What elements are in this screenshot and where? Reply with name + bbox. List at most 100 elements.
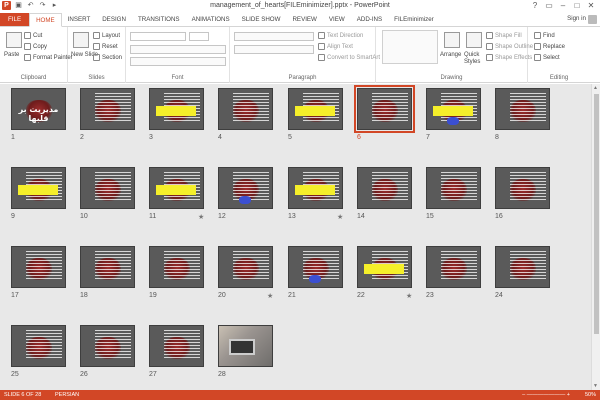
slide-counter: SLIDE 6 OF 28 [4, 392, 42, 398]
slide-thumbnail[interactable] [354, 85, 415, 133]
arrange-button[interactable]: Arrange [440, 52, 461, 58]
slide-thumbnail[interactable]: مدیریت بر قلبها [11, 88, 66, 130]
copy-button[interactable]: Copy [24, 43, 47, 50]
tab-file[interactable]: FILE [0, 13, 30, 26]
shape-outline-button[interactable]: Shape Outline [486, 43, 533, 50]
animation-star-icon[interactable]: ★ [337, 213, 343, 221]
tab-design[interactable]: DESIGN [96, 13, 132, 26]
language-indicator[interactable]: PERSIAN [55, 392, 79, 398]
reset-icon [93, 43, 100, 50]
slide-thumbnail[interactable] [495, 246, 550, 288]
font-effects-row[interactable] [130, 57, 226, 66]
tab-view[interactable]: VIEW [323, 13, 351, 26]
slide-thumbnail[interactable] [218, 325, 273, 367]
copy-label: Copy [33, 43, 48, 50]
animation-star-icon[interactable]: ★ [198, 213, 204, 221]
arrange-icon[interactable] [444, 32, 460, 48]
zoom-level[interactable]: 50% [585, 392, 596, 398]
slide-thumbnail[interactable] [149, 88, 204, 130]
paste-icon[interactable] [6, 32, 22, 48]
help-icon[interactable]: ? [528, 0, 542, 12]
tab-fileminimizer[interactable]: FILEminimizer [388, 13, 440, 26]
cut-button[interactable]: Cut [24, 32, 42, 39]
scrollbar-thumb[interactable] [594, 94, 599, 334]
find-button[interactable]: Find [534, 32, 555, 39]
text-direction-button[interactable]: Text Direction [318, 32, 363, 39]
font-name-field[interactable] [130, 32, 186, 41]
new-slide-icon[interactable] [73, 32, 89, 48]
avatar[interactable] [588, 15, 597, 24]
slide-thumbnail[interactable] [11, 325, 66, 367]
animation-star-icon[interactable]: ★ [406, 292, 412, 300]
zoom-slider[interactable]: – ——————— + [522, 392, 570, 398]
slide-thumbnail[interactable] [288, 88, 343, 130]
font-size-field[interactable] [189, 32, 209, 41]
slide-number: 11 [149, 213, 157, 220]
text-lines [233, 251, 269, 281]
slide-thumbnail[interactable] [288, 246, 343, 288]
slides-group: New Slide Layout Reset Section Slides [68, 27, 126, 83]
slide-thumbnail[interactable] [149, 167, 204, 209]
tab-slide-show[interactable]: SLIDE SHOW [236, 13, 287, 26]
slide-thumbnail[interactable] [426, 88, 481, 130]
slide-thumbnail[interactable] [357, 246, 412, 288]
tab-home[interactable]: HOME [29, 13, 62, 27]
slide-thumbnail[interactable] [495, 88, 550, 130]
slide-title-text: مدیریت بر قلبها [18, 105, 59, 123]
drawing-group: Arrange Quick Styles Shape Fill Shape Ou… [376, 27, 533, 83]
slide-thumbnail[interactable] [218, 167, 273, 209]
convert-smartart-button[interactable]: Convert to SmartArt [318, 54, 380, 61]
select-button[interactable]: Select [534, 54, 560, 61]
section-button[interactable]: Section [93, 54, 122, 61]
vertical-scrollbar[interactable]: ▲ ▼ [591, 84, 600, 390]
shape-fill-button[interactable]: Shape Fill [486, 32, 522, 39]
slide-thumbnail[interactable] [80, 325, 135, 367]
text-lines [164, 251, 200, 281]
scroll-up-icon[interactable]: ▲ [593, 85, 598, 91]
slide-thumbnail[interactable] [426, 167, 481, 209]
slide-number: 10 [80, 213, 88, 220]
slide-thumbnail[interactable] [149, 246, 204, 288]
sign-in-link[interactable]: Sign in [567, 15, 586, 22]
quick-styles-icon[interactable] [466, 32, 482, 48]
format-painter-button[interactable]: Format Painter [24, 54, 73, 61]
reset-button[interactable]: Reset [93, 43, 118, 50]
slide-number: 14 [357, 213, 365, 220]
slide-thumbnail[interactable] [357, 167, 412, 209]
slide-thumbnail[interactable] [80, 88, 135, 130]
layout-button[interactable]: Layout [93, 32, 120, 39]
slide-thumbnail[interactable] [80, 246, 135, 288]
tab-review[interactable]: REVIEW [286, 13, 322, 26]
minimize-icon[interactable]: – [556, 0, 570, 12]
tab-insert[interactable]: INSERT [62, 13, 97, 26]
quick-styles-button[interactable]: Quick Styles [464, 52, 484, 66]
replace-button[interactable]: Replace [534, 43, 565, 50]
highlight-box [295, 106, 335, 116]
shapes-gallery[interactable] [382, 30, 438, 64]
scroll-down-icon[interactable]: ▼ [593, 383, 598, 389]
shape-effects-button[interactable]: Shape Effects [486, 54, 532, 61]
font-group: Font [126, 27, 230, 83]
tab-animations[interactable]: ANIMATIONS [186, 13, 236, 26]
tab-transitions[interactable]: TRANSITIONS [132, 13, 186, 26]
slide-thumbnail[interactable] [11, 167, 66, 209]
paste-button[interactable]: Paste [4, 52, 19, 58]
font-format-row[interactable] [130, 45, 226, 54]
slide-thumbnail[interactable] [218, 88, 273, 130]
slide-thumbnail[interactable] [218, 246, 273, 288]
slide-thumbnail[interactable] [80, 167, 135, 209]
slide-thumbnail[interactable] [288, 167, 343, 209]
animation-star-icon[interactable]: ★ [267, 292, 273, 300]
slide-thumbnail[interactable] [426, 246, 481, 288]
list-controls-row[interactable] [234, 32, 314, 41]
slide-thumbnail[interactable] [11, 246, 66, 288]
slide-thumbnail[interactable] [495, 167, 550, 209]
slide-thumbnail[interactable] [149, 325, 204, 367]
highlight-box [156, 185, 196, 195]
close-icon[interactable]: ✕ [584, 0, 598, 12]
tab-add-ins[interactable]: ADD-INS [351, 13, 388, 26]
align-text-button[interactable]: Align Text [318, 43, 353, 50]
ribbon-display-icon[interactable]: ▭ [542, 0, 556, 12]
maximize-icon[interactable]: □ [570, 0, 584, 12]
alignment-row[interactable] [234, 45, 314, 54]
